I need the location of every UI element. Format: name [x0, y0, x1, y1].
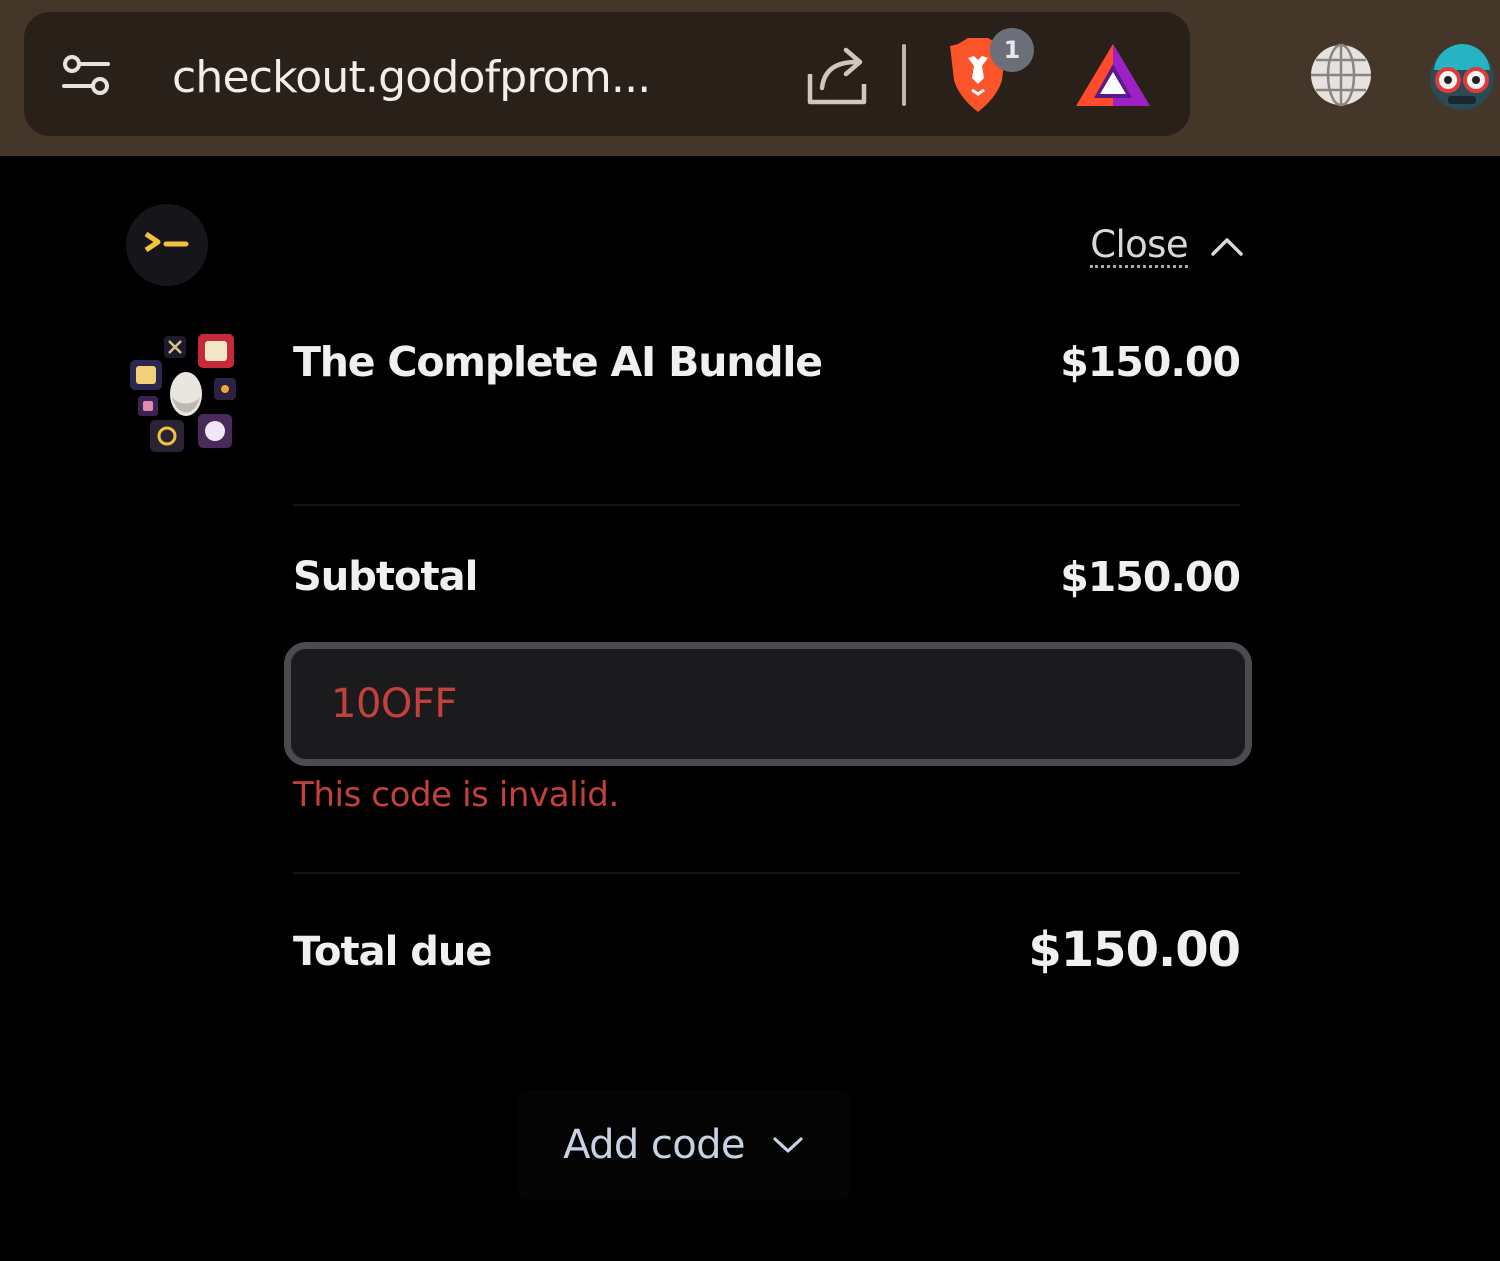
site-settings-icon[interactable] — [60, 50, 114, 104]
divider — [293, 872, 1240, 874]
subtotal-amount: $150.00 — [1060, 553, 1241, 601]
share-icon[interactable] — [804, 44, 872, 108]
store-logo — [126, 204, 208, 286]
browser-toolbar: checkout.godofprom... 1 — [0, 0, 1500, 156]
vpn-globe-icon[interactable] — [1308, 42, 1374, 108]
promo-code-field[interactable] — [284, 642, 1252, 766]
product-name: The Complete AI Bundle — [293, 338, 823, 386]
chevron-down-icon — [773, 1137, 803, 1153]
total-due-amount: $150.00 — [1028, 922, 1241, 978]
divider — [293, 504, 1240, 506]
profile-avatar-icon[interactable] — [1424, 40, 1500, 110]
url-text[interactable]: checkout.godofprom... — [172, 46, 651, 110]
toolbar-divider — [902, 44, 906, 106]
add-code-label: Add code — [563, 1122, 745, 1168]
subtotal-label: Subtotal — [293, 554, 478, 600]
total-due-label: Total due — [293, 929, 492, 975]
close-summary-button[interactable]: Close — [1090, 222, 1244, 270]
add-code-button[interactable]: Add code — [518, 1090, 850, 1200]
promo-error-message: This code is invalid. — [293, 775, 619, 815]
product-price: $150.00 — [1060, 338, 1241, 386]
close-label: Close — [1090, 222, 1189, 268]
chevron-up-icon — [1211, 238, 1243, 256]
terminal-prompt-icon — [144, 231, 189, 253]
brave-rewards-icon[interactable] — [1074, 40, 1152, 110]
promo-code-input[interactable] — [329, 680, 1189, 728]
product-thumbnail — [130, 334, 236, 452]
shields-count-badge: 1 — [990, 28, 1034, 72]
